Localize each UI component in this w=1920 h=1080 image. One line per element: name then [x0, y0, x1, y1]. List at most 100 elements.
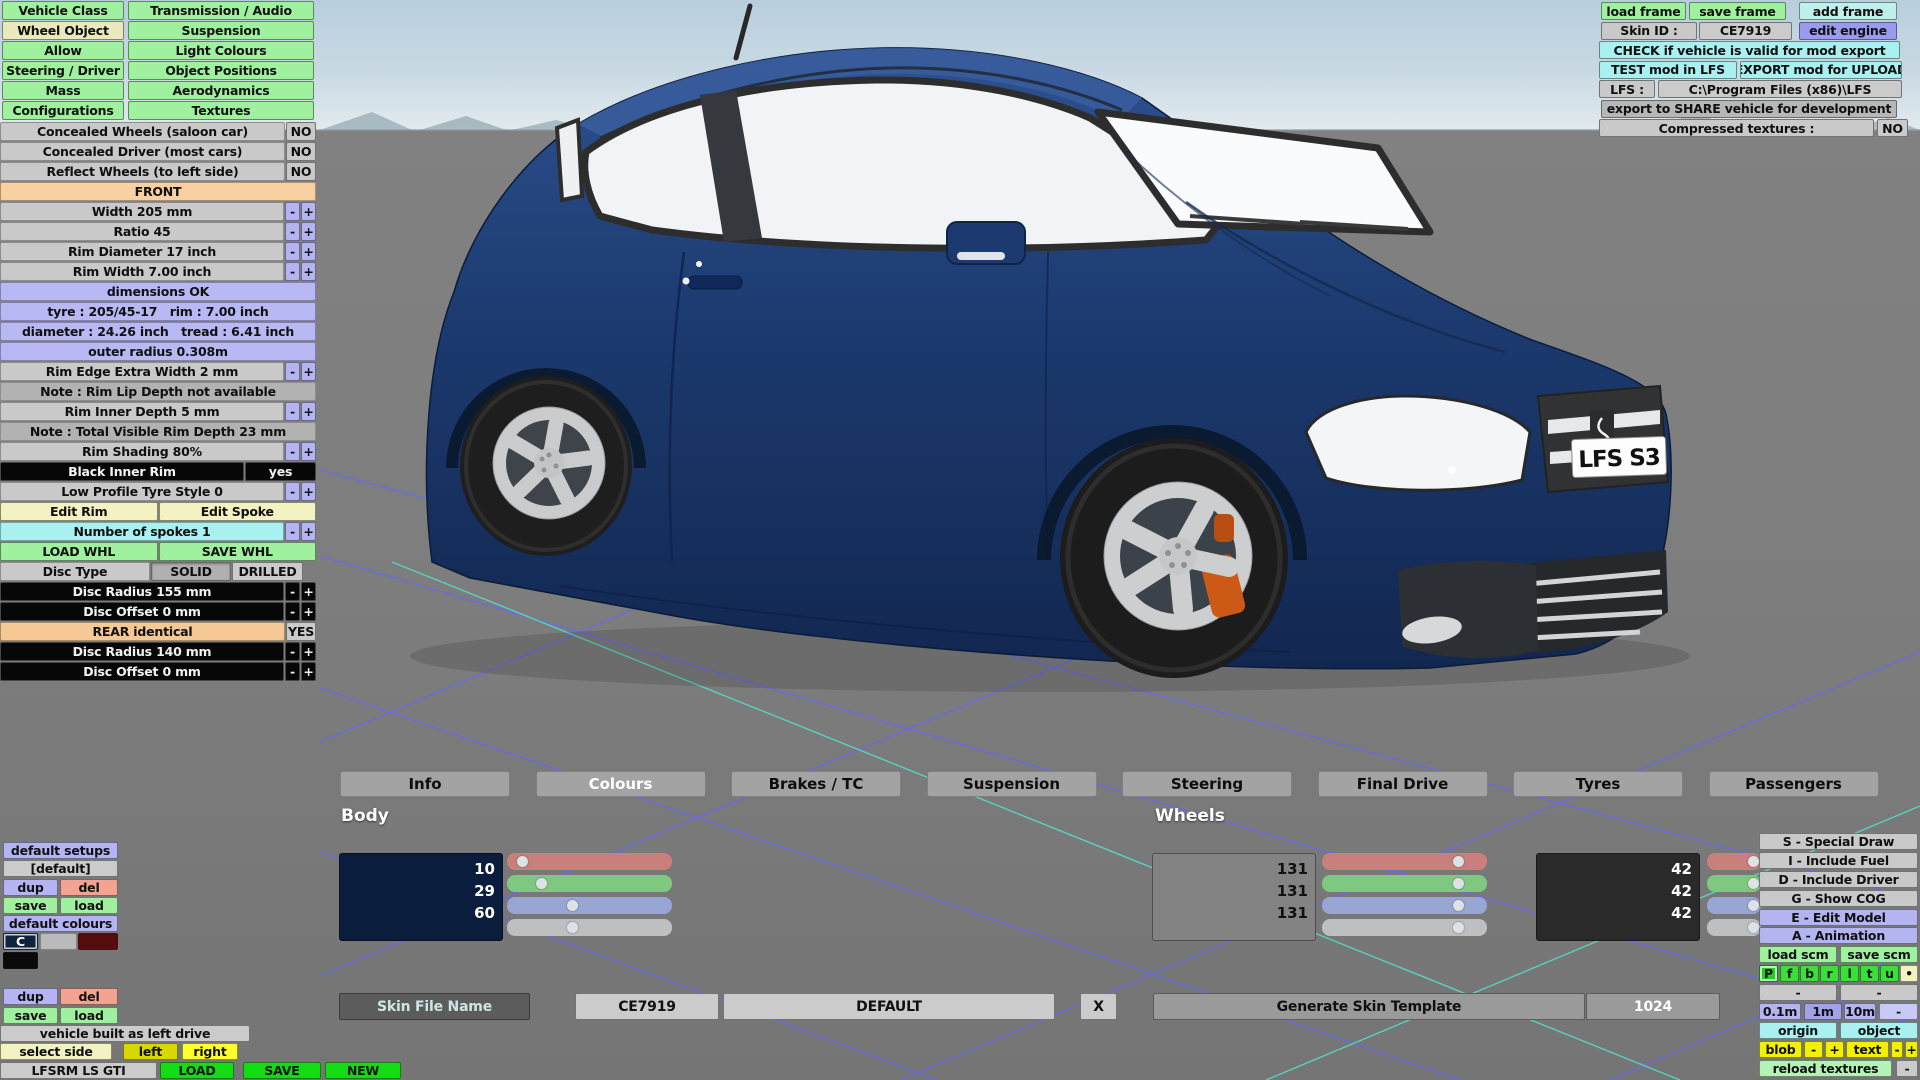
wheels-primary-slider-b[interactable]	[1322, 897, 1487, 914]
wheels-primary-slider-knob[interactable]	[1453, 922, 1464, 933]
default-colours-button[interactable]: default colours	[3, 915, 118, 932]
default-setups-button[interactable]: default setups	[3, 842, 118, 859]
del-button[interactable]: del	[60, 879, 118, 896]
menu-item-light-colours[interactable]: Light Colours	[128, 41, 314, 60]
skin-id-button[interactable]: CE7919	[575, 993, 719, 1020]
drilled-option[interactable]: DRILLED	[232, 562, 303, 581]
p-button[interactable]: P	[1759, 965, 1778, 982]
disc-offset-0-mm-plus-button[interactable]: +	[301, 662, 316, 681]
1m-button[interactable]: 1m	[1804, 1003, 1842, 1020]
s-special-draw-button[interactable]: S - Special Draw	[1759, 833, 1918, 850]
compressed-textures-button[interactable]: Compressed textures :	[1599, 119, 1874, 137]
text-button[interactable]: text	[1846, 1041, 1889, 1058]
menu-item-textures[interactable]: Textures	[128, 101, 314, 120]
disc-offset-0-mm-minus-button[interactable]: -	[285, 662, 300, 681]
rim-width-7-00-inch-minus-button[interactable]: -	[285, 262, 300, 281]
tab-brakes-tc[interactable]: Brakes / TC	[731, 771, 901, 797]
disc-offset-0-mm-minus-button[interactable]: -	[285, 602, 300, 621]
edit-rim-button[interactable]: Edit Rim	[0, 502, 158, 521]
default-button[interactable]: [default]	[3, 860, 118, 877]
new-button[interactable]: NEW	[325, 1062, 401, 1079]
save-frame-button[interactable]: save frame	[1689, 2, 1786, 20]
skin-resolution-button[interactable]: 1024	[1586, 993, 1720, 1020]
rim-diameter-17-inch-plus-button[interactable]: +	[301, 242, 316, 261]
i-include-fuel-button[interactable]: I - Include Fuel	[1759, 852, 1918, 869]
load-scm-button[interactable]: load scm	[1759, 946, 1837, 963]
item-button[interactable]: -	[1759, 984, 1837, 1001]
tab-passengers[interactable]: Passengers	[1709, 771, 1879, 797]
right-button[interactable]: right	[182, 1043, 238, 1060]
save-button[interactable]: save	[3, 1007, 58, 1024]
wheels-secondary-slider-r[interactable]	[1707, 853, 1761, 870]
u-button[interactable]: u	[1880, 965, 1899, 982]
test-mod-in-lfs-button[interactable]: TEST mod in LFS	[1599, 61, 1737, 79]
save-scm-button[interactable]: save scm	[1840, 946, 1918, 963]
item-button[interactable]: -	[1891, 1041, 1903, 1058]
colour-swatch-button[interactable]	[3, 952, 38, 969]
wheels-secondary-slider-lum[interactable]	[1707, 919, 1761, 936]
reflect-wheels-to-left-side-toggle[interactable]: NO	[286, 162, 316, 181]
wheels-primary-slider-r[interactable]	[1322, 853, 1487, 870]
load-button[interactable]: load	[60, 897, 118, 914]
item-button[interactable]: -	[1840, 984, 1918, 1001]
load-button[interactable]: LOAD	[160, 1062, 234, 1079]
tab-colours[interactable]: Colours	[536, 771, 706, 797]
c-button[interactable]: C	[3, 933, 38, 950]
item-button[interactable]: -	[1896, 1060, 1918, 1077]
rim-shading-80-minus-button[interactable]: -	[285, 442, 300, 461]
load-frame-button[interactable]: load frame	[1601, 2, 1686, 20]
edit-spoke-button[interactable]: Edit Spoke	[159, 502, 317, 521]
tab-info[interactable]: Info	[340, 771, 510, 797]
width-205-mm-plus-button[interactable]: +	[301, 202, 316, 221]
body-slider-knob[interactable]	[567, 900, 578, 911]
save-whl-button[interactable]: SAVE WHL	[159, 542, 317, 561]
add-frame-button[interactable]: add frame	[1799, 2, 1897, 20]
rim-inner-depth-5-mm-plus-button[interactable]: +	[301, 402, 316, 421]
t-button[interactable]: t	[1860, 965, 1879, 982]
rear-identical-toggle[interactable]: YES	[286, 622, 316, 641]
skin-name-button[interactable]: DEFAULT	[723, 993, 1055, 1020]
10m-button[interactable]: 10m	[1844, 1003, 1876, 1020]
e-edit-model-button[interactable]: E - Edit Model	[1759, 909, 1918, 926]
concealed-wheels-saloon-car-toggle[interactable]: NO	[286, 122, 316, 141]
del-button[interactable]: del	[60, 988, 118, 1005]
wheels-secondary-slider-b[interactable]	[1707, 897, 1761, 914]
ratio-45-minus-button[interactable]: -	[285, 222, 300, 241]
origin-button[interactable]: origin	[1759, 1022, 1837, 1039]
disc-radius-140-mm-minus-button[interactable]: -	[285, 642, 300, 661]
g-show-cog-button[interactable]: G - Show COG	[1759, 890, 1918, 907]
item-button[interactable]: +	[1905, 1041, 1918, 1058]
menu-item-wheel-object[interactable]: Wheel Object	[2, 21, 124, 40]
wheels-primary-slider-g[interactable]	[1322, 875, 1487, 892]
body-slider-b[interactable]	[507, 897, 672, 914]
wheels-secondary-slider-g[interactable]	[1707, 875, 1761, 892]
dup-button[interactable]: dup	[3, 988, 58, 1005]
item-button[interactable]: -	[1804, 1041, 1823, 1058]
wheels-secondary-slider-knob[interactable]	[1748, 922, 1759, 933]
item-button[interactable]: +	[1825, 1041, 1844, 1058]
wheels-primary-swatch[interactable]: 131131131	[1152, 853, 1316, 941]
item-button[interactable]: •	[1900, 965, 1918, 982]
skin-clear-button[interactable]: X	[1080, 993, 1117, 1020]
load-button[interactable]: load	[60, 1007, 118, 1024]
ratio-45-plus-button[interactable]: +	[301, 222, 316, 241]
rim-edge-extra-width-2-mm-plus-button[interactable]: +	[301, 362, 316, 381]
menu-item-configurations[interactable]: Configurations	[2, 101, 124, 120]
c-program-files-x86-lfs-button[interactable]: C:\Program Files (x86)\LFS	[1658, 80, 1902, 98]
solid-option[interactable]: SOLID	[151, 562, 231, 581]
wheels-secondary-slider-knob[interactable]	[1748, 900, 1759, 911]
concealed-driver-most-cars-toggle[interactable]: NO	[286, 142, 316, 161]
d-include-driver-button[interactable]: D - Include Driver	[1759, 871, 1918, 888]
b-button[interactable]: b	[1800, 965, 1819, 982]
menu-item-steering-driver[interactable]: Steering / Driver	[2, 61, 124, 80]
select-side-button[interactable]: select side	[0, 1043, 112, 1060]
menu-item-mass[interactable]: Mass	[2, 81, 124, 100]
generate-skin-template-button[interactable]: Generate Skin Template	[1153, 993, 1585, 1020]
0-1m-button[interactable]: 0.1m	[1759, 1003, 1801, 1020]
disc-radius-155-mm-minus-button[interactable]: -	[285, 582, 300, 601]
disc-radius-140-mm-plus-button[interactable]: +	[301, 642, 316, 661]
tab-steering[interactable]: Steering	[1122, 771, 1292, 797]
export-mod-for-upload-button[interactable]: EXPORT mod for UPLOAD	[1740, 61, 1902, 79]
menu-item-aerodynamics[interactable]: Aerodynamics	[128, 81, 314, 100]
export-to-share-vehicle-for-development-button[interactable]: export to SHARE vehicle for development	[1601, 100, 1897, 118]
